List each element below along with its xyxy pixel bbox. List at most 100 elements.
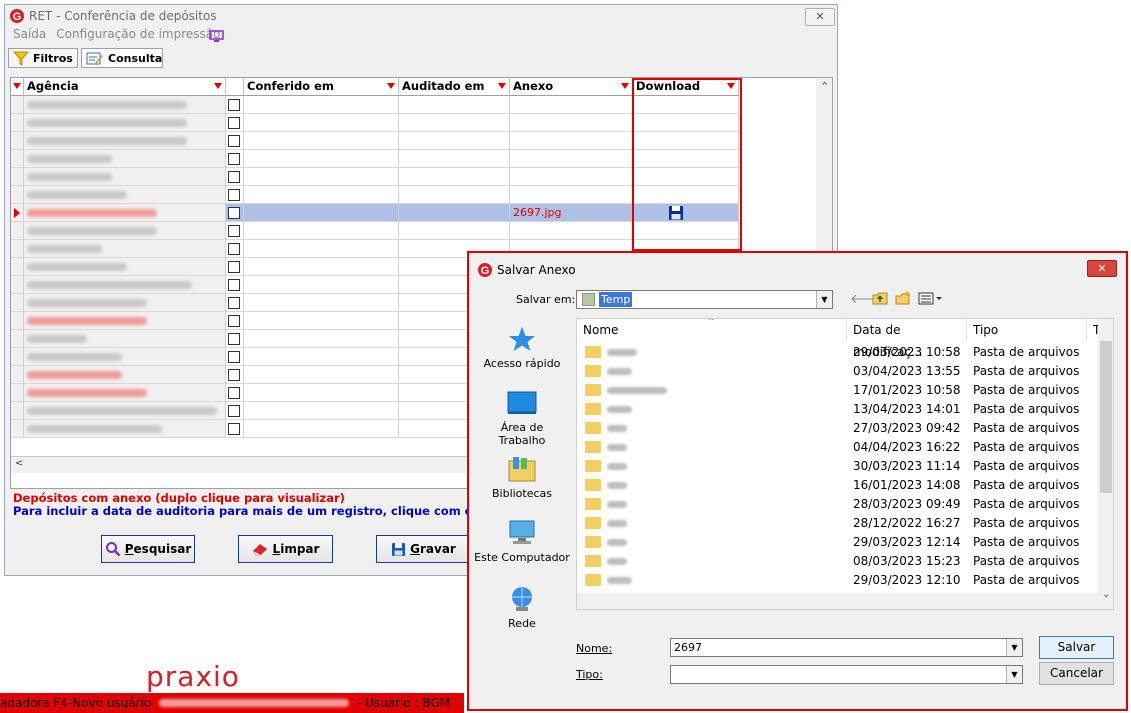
col-anexo[interactable]: Anexo (510, 78, 633, 96)
check-cell[interactable] (226, 312, 244, 330)
sidebar-libraries[interactable]: Bibliotecas (471, 455, 573, 500)
row-checkbox[interactable] (228, 405, 240, 417)
check-cell[interactable] (226, 276, 244, 294)
dialog-close-button[interactable]: ✕ (1087, 260, 1117, 277)
sidebar-network[interactable]: Rede (471, 585, 573, 630)
close-button[interactable]: ✕ (805, 8, 835, 26)
row-checkbox[interactable] (228, 243, 240, 255)
file-row[interactable]: 30/03/2023 11:14 Pasta de arquivos (577, 457, 1097, 476)
row-checkbox[interactable] (228, 135, 240, 147)
check-cell[interactable] (226, 114, 244, 132)
col-agencia[interactable]: Agência (24, 78, 226, 96)
check-cell[interactable] (226, 240, 244, 258)
file-name-input[interactable]: 2697 ▼ (670, 638, 1023, 657)
check-cell[interactable] (226, 96, 244, 114)
check-cell[interactable] (226, 366, 244, 384)
gravar-button[interactable]: Gravar (376, 535, 471, 563)
table-row[interactable] (11, 96, 739, 114)
view-menu-icon[interactable] (918, 292, 944, 308)
monitor-icon[interactable] (209, 30, 224, 43)
up-folder-icon[interactable] (872, 291, 888, 309)
row-checkbox[interactable] (228, 207, 240, 219)
check-cell[interactable] (226, 132, 244, 150)
row-checkbox[interactable] (228, 369, 240, 381)
table-row[interactable] (11, 186, 739, 204)
file-row[interactable]: 27/03/2023 09:42 Pasta de arquivos (577, 419, 1097, 438)
salvar-button[interactable]: Salvar (1039, 636, 1114, 659)
col-auditado[interactable]: Auditado em (399, 78, 510, 96)
chevron-down-icon[interactable]: ▼ (1006, 666, 1022, 683)
row-checkbox[interactable] (228, 333, 240, 345)
row-checkbox[interactable] (228, 225, 240, 237)
scroll-left-icon[interactable]: < (15, 458, 23, 469)
file-row[interactable]: 08/03/2023 15:23 Pasta de arquivos (577, 552, 1097, 571)
row-checkbox[interactable] (228, 117, 240, 129)
check-cell[interactable] (226, 330, 244, 348)
save-in-select[interactable]: Temp ▼ (576, 290, 833, 309)
table-row[interactable] (11, 222, 739, 240)
tab-consulta[interactable]: Consulta (81, 48, 163, 68)
scroll-thumb[interactable] (1100, 341, 1112, 493)
check-cell[interactable] (226, 258, 244, 276)
row-checkbox[interactable] (228, 99, 240, 111)
row-checkbox[interactable] (228, 153, 240, 165)
file-row[interactable]: 29/03/2023 12:14 Pasta de arquivos (577, 533, 1097, 552)
row-checkbox[interactable] (228, 279, 240, 291)
table-row[interactable] (11, 132, 739, 150)
file-list-vscroll[interactable]: ⌄ (1098, 319, 1113, 609)
check-cell[interactable] (226, 420, 244, 438)
row-checkbox[interactable] (228, 189, 240, 201)
sidebar-quick-access[interactable]: Acesso rápido (471, 325, 573, 370)
file-row[interactable]: 03/04/2023 13:55 Pasta de arquivos (577, 362, 1097, 381)
row-checkbox[interactable] (228, 315, 240, 327)
sidebar-this-pc[interactable]: Este Computador (471, 519, 573, 564)
row-checkbox[interactable] (228, 171, 240, 183)
file-row[interactable]: 28/03/2023 09:49 Pasta de arquivos (577, 495, 1097, 514)
file-row[interactable]: 29/03/2023 12:10 Pasta de arquivos (577, 571, 1097, 590)
file-type-select[interactable]: ▼ (670, 665, 1023, 684)
col-conferido[interactable]: Conferido em (244, 78, 399, 96)
file-row[interactable]: 28/12/2022 16:27 Pasta de arquivos (577, 514, 1097, 533)
filter-icon[interactable] (214, 83, 222, 89)
check-cell[interactable] (226, 204, 244, 222)
menu-saida[interactable]: Saída (13, 27, 46, 41)
check-cell[interactable] (226, 348, 244, 366)
cancelar-button[interactable]: Cancelar (1039, 662, 1114, 685)
check-cell[interactable] (226, 150, 244, 168)
row-checkbox[interactable] (228, 261, 240, 273)
table-row[interactable]: 2697.jpg (11, 204, 739, 222)
filter-icon[interactable] (621, 83, 629, 89)
file-row[interactable]: 04/04/2023 16:22 Pasta de arquivos (577, 438, 1097, 457)
limpar-button[interactable]: Limpar (238, 535, 333, 563)
file-row[interactable]: 17/01/2023 10:58 Pasta de arquivos (577, 381, 1097, 400)
table-row[interactable] (11, 114, 739, 132)
check-cell[interactable] (226, 384, 244, 402)
row-checkbox[interactable] (228, 351, 240, 363)
table-row[interactable] (11, 150, 739, 168)
col-tipo[interactable]: Tipo (967, 319, 1087, 341)
sidebar-desktop[interactable]: Área de Trabalho (471, 389, 573, 447)
check-cell[interactable] (226, 168, 244, 186)
row-checkbox[interactable] (228, 387, 240, 399)
file-list[interactable]: Nome ⌃ Data de modificaç... Tipo T 29/03… (576, 318, 1114, 610)
chevron-down-icon[interactable]: ▼ (1006, 639, 1022, 656)
check-cell[interactable] (226, 402, 244, 420)
scroll-up-icon[interactable]: ⌃ (820, 80, 829, 93)
filter-icon[interactable] (498, 83, 506, 89)
chevron-down-icon[interactable]: ▼ (816, 291, 832, 308)
new-folder-icon[interactable] (895, 291, 911, 309)
check-cell[interactable] (226, 186, 244, 204)
row-checkbox[interactable] (228, 423, 240, 435)
menu-config-impressao[interactable]: Configuração de impressão (56, 27, 220, 41)
file-row[interactable]: 16/01/2023 14:08 Pasta de arquivos (577, 476, 1097, 495)
scroll-down-icon[interactable]: ⌄ (1102, 589, 1110, 600)
file-row[interactable]: 13/04/2023 14:01 Pasta de arquivos (577, 400, 1097, 419)
col-data[interactable]: Data de modificaç... (847, 319, 967, 359)
file-row[interactable]: 29/03/2023 10:58 Pasta de arquivos (577, 343, 1097, 362)
pesquisar-button[interactable]: Pesquisar (101, 535, 195, 563)
check-cell[interactable] (226, 294, 244, 312)
check-cell[interactable] (226, 222, 244, 240)
attachment-filename[interactable]: 2697.jpg (513, 206, 562, 219)
filter-icon[interactable] (387, 83, 395, 89)
file-list-hscroll[interactable] (577, 593, 1098, 609)
